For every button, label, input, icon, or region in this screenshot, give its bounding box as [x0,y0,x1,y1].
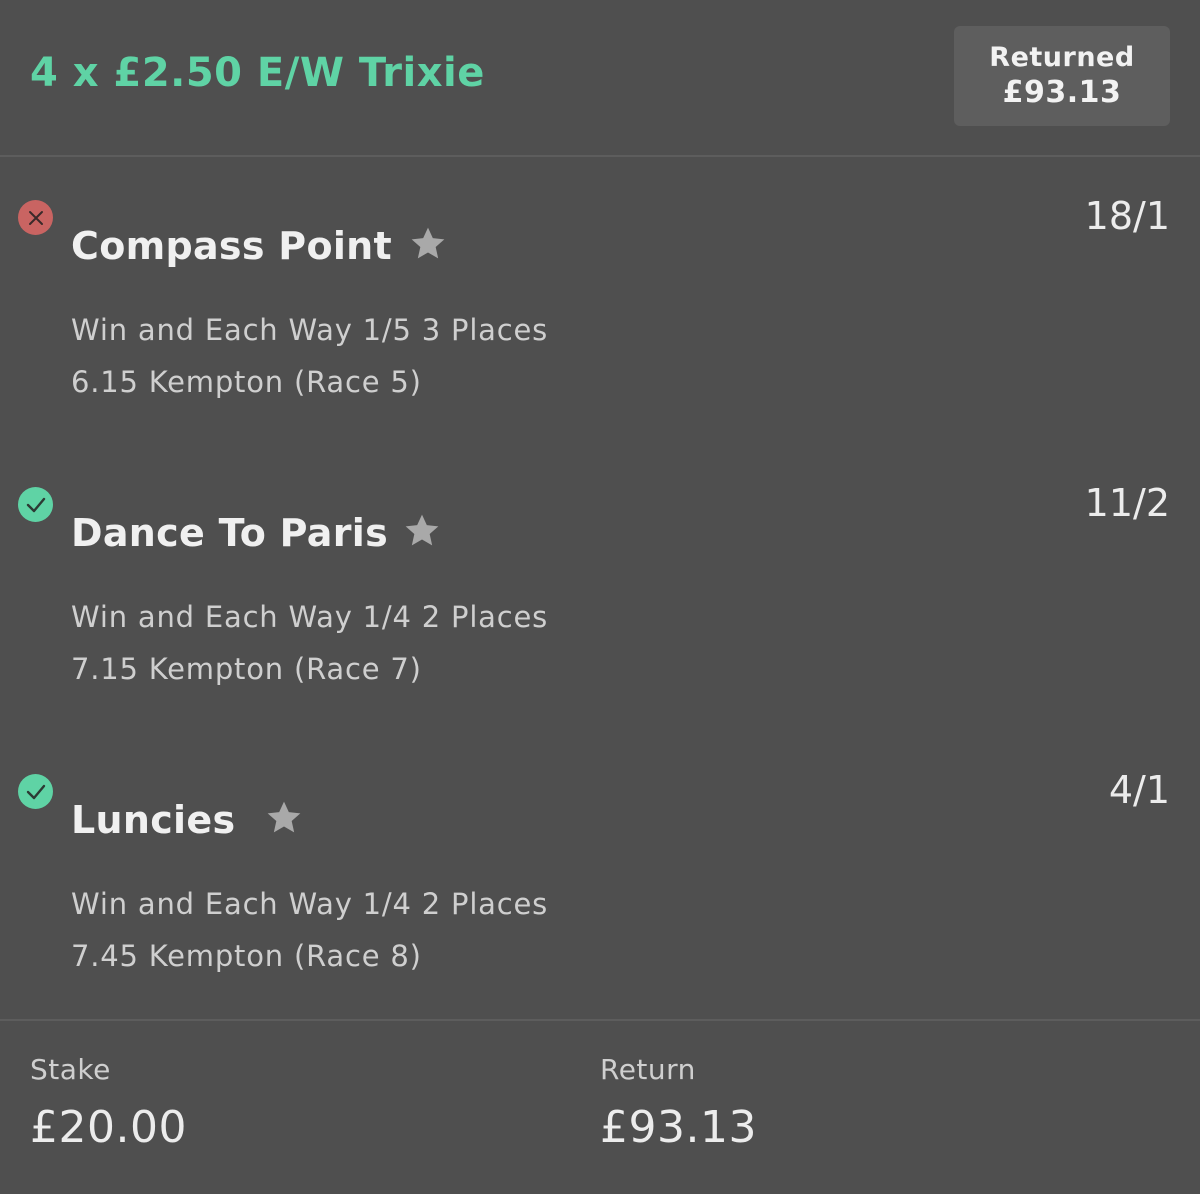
race-info: 6.15 Kempton (Race 5) [71,365,422,399]
race-info: 7.45 Kempton (Race 8) [71,939,422,973]
odds: 4/1 [1108,768,1170,812]
divider [0,155,1200,157]
return-summary: Return £93.13 [600,1053,757,1153]
lost-status-icon [18,200,53,235]
selection-luncies: Luncies 4/1 Win and Each Way 1/4 2 Place… [0,768,1200,1034]
check-icon [26,497,45,512]
market-description: Win and Each Way 1/4 2 Places [71,600,549,634]
selection-dance-to-paris: Dance To Paris 11/2 Win and Each Way 1/4… [0,481,1200,747]
race-info: 7.15 Kempton (Race 7) [71,652,422,686]
stake-value: £20.00 [30,1102,187,1153]
star-icon[interactable] [402,511,442,551]
bet-title: 4 x £2.50 E/W Trixie [30,50,485,96]
stake-label: Stake [30,1053,111,1086]
market-description: Win and Each Way 1/5 3 Places [71,313,549,347]
odds: 18/1 [1084,194,1170,238]
check-icon [26,784,45,799]
runner-name: Dance To Paris [71,511,389,555]
bet-header: 4 x £2.50 E/W Trixie Returned £93.13 [0,0,1200,156]
odds: 11/2 [1084,481,1170,525]
return-label: Return [600,1053,696,1086]
star-icon[interactable] [264,798,304,838]
star-icon[interactable] [408,224,448,264]
cross-icon [28,210,43,225]
market-description: Win and Each Way 1/4 2 Places [71,887,549,921]
stake-summary: Stake £20.00 [30,1053,187,1153]
returned-badge: Returned £93.13 [954,26,1170,126]
bet-history-card: 4 x £2.50 E/W Trixie Returned £93.13 Com… [0,0,1200,1194]
won-status-icon [18,774,53,809]
bet-summary-footer: Stake £20.00 Return £93.13 [0,1021,1200,1194]
won-status-icon [18,487,53,522]
returned-amount: £93.13 [1002,75,1122,110]
runner-name: Compass Point [71,224,392,268]
return-value: £93.13 [600,1102,757,1153]
runner-name: Luncies [71,798,236,842]
selection-compass-point: Compass Point 18/1 Win and Each Way 1/5 … [0,194,1200,460]
returned-label: Returned [989,42,1135,73]
